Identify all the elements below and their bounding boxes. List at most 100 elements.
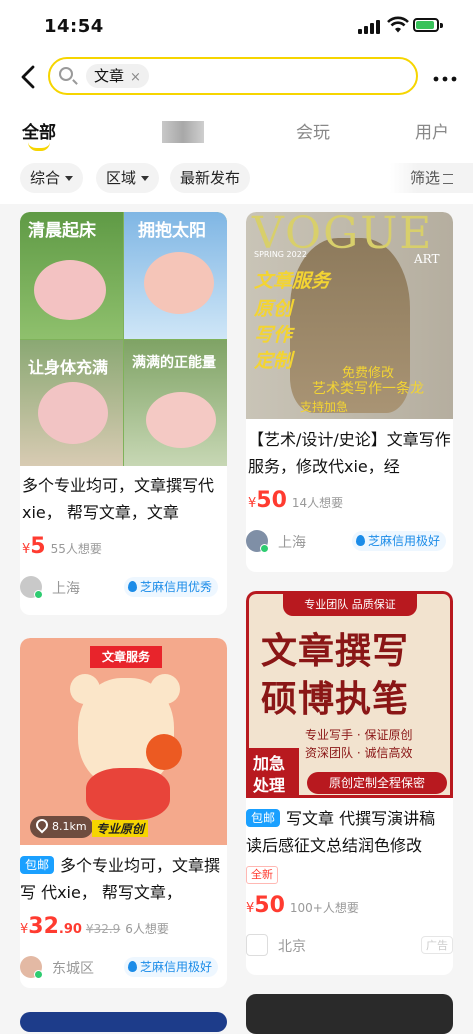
product-title[interactable]: 【艺术/设计/史论】文章写作服务，修改代xie，经: [246, 426, 451, 480]
image-caption: 支持加急: [300, 400, 349, 414]
product-card[interactable]: 清晨起床 拥抱太阳 让身体充满 满满的正能量 多个专业均可，文章撰写代xie， …: [20, 212, 227, 615]
search-query-text: 文章: [94, 67, 125, 85]
seller-location: 上海: [278, 535, 306, 551]
search-query-chip[interactable]: 文章 ×: [86, 64, 149, 88]
tab-play[interactable]: 会玩: [296, 118, 330, 143]
product-title[interactable]: 包邮 多个专业均可，文章撰写 代xie， 帮写文章，: [20, 852, 225, 906]
filter-comprehensive[interactable]: 综合: [20, 163, 84, 193]
avatar[interactable]: [20, 956, 43, 979]
image-caption: 文章撰写: [261, 631, 410, 672]
price-amount: 50: [254, 893, 285, 918]
search-header: 文章 ×: [0, 52, 473, 104]
wants-count: 100+人想要: [289, 901, 359, 915]
wants-count: 14人想要: [291, 496, 344, 510]
product-image: 专业团队 品质保证 文章撰写 硕博执笔 专业写手 · 保证原创 资深团队 · 诚…: [246, 591, 453, 798]
image-caption: 文章服务: [90, 646, 162, 668]
seller-row[interactable]: 上海 芝麻信用优秀: [20, 576, 227, 600]
image-caption: 原创定制全程保密: [307, 772, 447, 794]
image-caption: 让身体充满: [28, 358, 109, 377]
filter-comprehensive-label: 综合: [30, 169, 61, 187]
free-shipping-badge: 包邮: [246, 809, 281, 827]
filter-bar: 综合 区域 最新发布 筛选: [0, 154, 473, 204]
credit-label: 芝麻信用极好: [368, 534, 441, 548]
battery-icon: [413, 18, 439, 32]
credit-badge: 芝麻信用优秀: [124, 577, 219, 597]
credit-icon: [356, 535, 365, 546]
product-card[interactable]: 专业团队 品质保证 文章撰写 硕博执笔 专业写手 · 保证原创 资深团队 · 诚…: [246, 591, 453, 975]
credit-badge: 芝麻信用极好: [124, 957, 219, 977]
wants-count: 6人想要: [125, 922, 169, 936]
price-decimal: .90: [58, 922, 82, 937]
image-caption: 拥抱太阳: [138, 221, 206, 241]
price-row: ¥50 14人想要: [246, 488, 343, 513]
image-caption: 写作: [254, 324, 293, 346]
image-caption: 原创: [254, 298, 293, 320]
tab-users[interactable]: 用户: [415, 118, 449, 143]
tab-all[interactable]: 全部: [22, 118, 56, 143]
search-icon: [59, 67, 73, 81]
filter-latest[interactable]: 最新发布: [170, 163, 251, 193]
wifi-icon: [387, 16, 409, 33]
seller-location: 上海: [52, 581, 80, 597]
wants-count: 55人想要: [50, 542, 102, 556]
seller-row[interactable]: 北京 广告: [246, 934, 453, 958]
image-caption: 文章服务: [254, 270, 331, 292]
chevron-down-icon: [65, 176, 74, 181]
tab-active-indicator: [28, 142, 50, 151]
filter-icon: [443, 173, 454, 184]
avatar[interactable]: [20, 576, 43, 599]
status-time: 14:54: [44, 16, 104, 37]
price-amount: 5: [30, 534, 46, 559]
tab-obscured[interactable]: [162, 121, 204, 143]
free-shipping-badge: 包邮: [20, 856, 55, 874]
more-icon[interactable]: [433, 70, 457, 82]
price-row: ¥32.90 ¥32.9 6人想要: [20, 914, 169, 939]
product-card[interactable]: VOGUE SPRING 2022 ART 文章服务 原创 写作 定制 免费修改…: [246, 212, 453, 572]
chevron-down-icon: [141, 176, 150, 181]
status-bar: 14:54: [0, 0, 473, 52]
price-amount: 32: [28, 914, 59, 939]
seller-row[interactable]: 东城区 芝麻信用极好: [20, 956, 227, 980]
image-caption: SPRING 2022: [254, 250, 307, 259]
clear-query-icon[interactable]: ×: [130, 70, 141, 85]
search-input[interactable]: 文章 ×: [48, 57, 418, 95]
signal-icon: [358, 18, 380, 34]
original-price: ¥32.9: [85, 922, 121, 936]
image-caption: 加急: [253, 754, 286, 773]
image-caption: 专业团队 品质保证: [283, 594, 417, 616]
credit-badge: 芝麻信用极好: [352, 531, 447, 551]
filter-region-label: 区域: [106, 169, 137, 187]
avatar[interactable]: [246, 934, 268, 956]
filter-screen-button[interactable]: 筛选: [390, 163, 473, 193]
category-tabs: 全部 会玩 用户: [0, 104, 473, 154]
credit-icon: [128, 581, 137, 592]
product-title[interactable]: 包邮 写文章 代撰写演讲稿读后感征文总结润色修改: [246, 805, 451, 859]
product-card[interactable]: 文章服务 8.1km 专业原创 包邮 多个专业均可，文章撰写 代xie， 帮写文章…: [20, 638, 227, 988]
image-caption: 专业写手 · 保证原创: [305, 728, 413, 742]
location-pin-icon: [33, 816, 51, 834]
distance-text: 8.1km: [52, 820, 87, 833]
credit-label: 芝麻信用优秀: [140, 580, 213, 594]
new-tag: 全新: [246, 866, 278, 884]
product-image: 清晨起床 拥抱太阳 让身体充满 满满的正能量: [20, 212, 227, 466]
seller-location: 北京: [278, 939, 306, 955]
ad-tag: 广告: [421, 936, 453, 954]
image-caption: 艺术类写作一条龙: [312, 381, 424, 397]
credit-label: 芝麻信用极好: [140, 960, 213, 974]
product-image: VOGUE SPRING 2022 ART 文章服务 原创 写作 定制 免费修改…: [246, 212, 453, 419]
product-card[interactable]: [20, 1012, 227, 1032]
filter-region[interactable]: 区域: [96, 163, 160, 193]
product-card[interactable]: [246, 994, 453, 1034]
image-caption: 清晨起床: [28, 221, 96, 241]
image-caption: 满满的正能量: [132, 355, 216, 371]
image-caption: ART: [414, 252, 440, 266]
image-caption: 资深团队 · 诚信高效: [305, 746, 413, 760]
seller-row[interactable]: 上海 芝麻信用极好: [246, 530, 453, 554]
product-title[interactable]: 多个专业均可，文章撰写代xie， 帮写文章，文章: [20, 472, 222, 526]
image-caption: 定制: [254, 350, 293, 372]
back-icon[interactable]: [18, 64, 40, 90]
image-caption: 专业原创: [92, 820, 149, 837]
product-image: 文章服务 8.1km 专业原创: [20, 638, 227, 845]
filter-screen-label: 筛选: [410, 169, 441, 187]
avatar[interactable]: [246, 530, 269, 553]
